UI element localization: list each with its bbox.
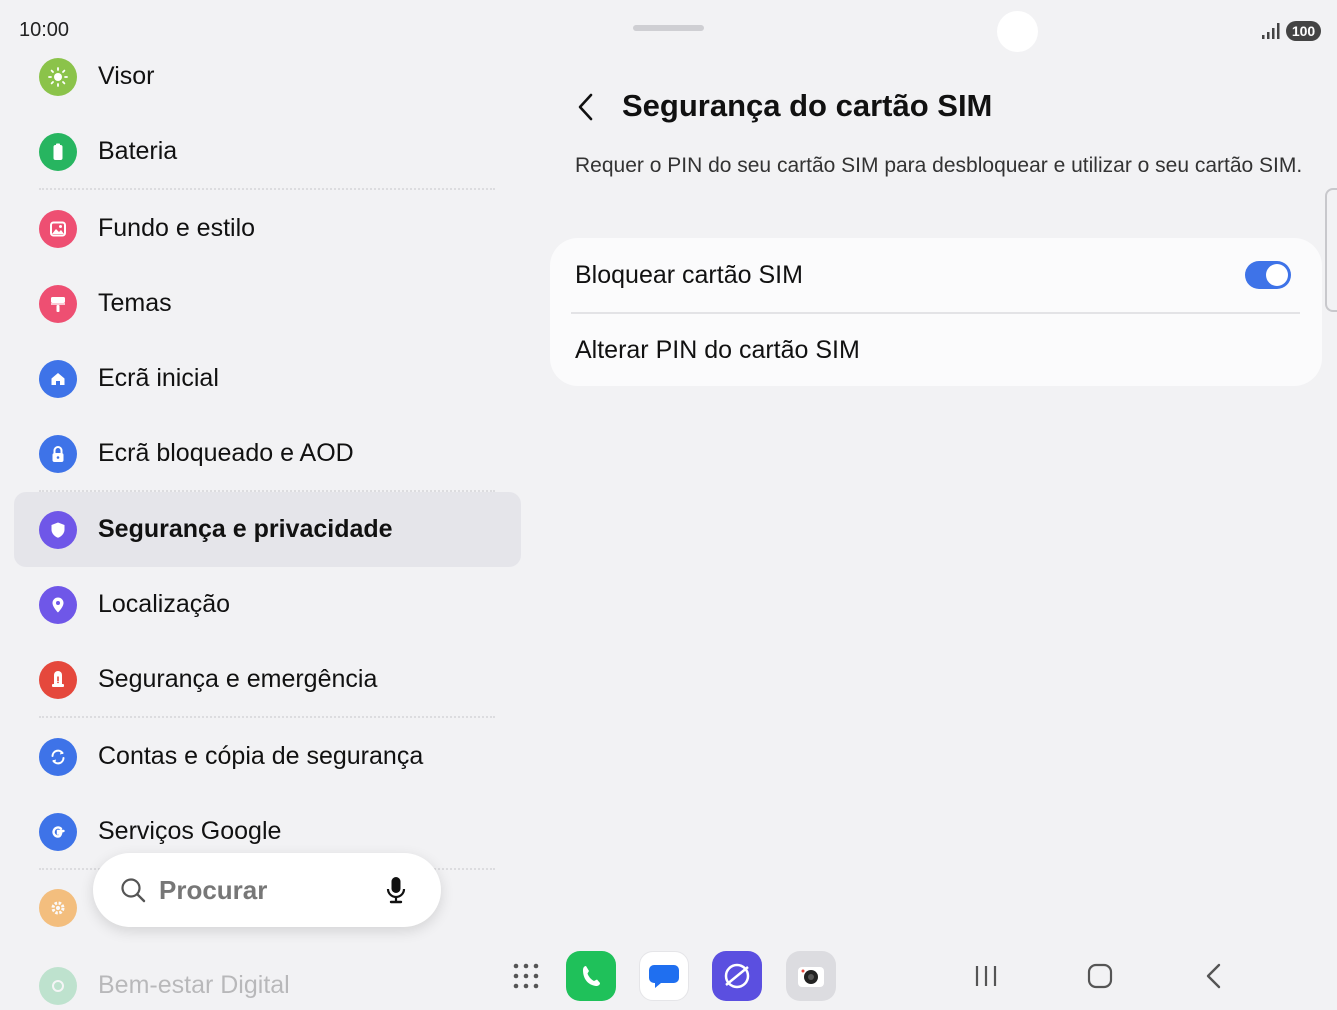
sidebar-item-localizacao[interactable]: Localização [14,567,521,642]
lock-sim-toggle[interactable] [1245,261,1291,289]
home-icon [39,359,77,398]
toggle-knob [1266,264,1288,286]
drag-handle[interactable] [633,25,704,31]
sidebar-item-seguranca-e-emergencia[interactable]: Segurança e emergência [14,642,521,717]
section-divider [39,188,495,190]
sidebar-item-bem-estar-digital[interactable]: Bem-estar Digital [14,948,521,1010]
signal-icon [1262,23,1280,39]
sidebar-item-label: Fundo e estilo [98,214,256,242]
apps-grid-icon[interactable] [512,962,540,990]
sidebar-item-ecra-bloqueado[interactable]: Ecrã bloqueado e AOD [14,416,521,491]
sidebar-item-label: Localização [98,590,231,618]
battery-icon [39,132,77,171]
sidebar-item-label: Bateria [98,137,178,165]
camera-cutout [997,11,1038,52]
sun-icon [39,57,77,96]
sidebar-item-contas[interactable]: Contas e cópia de segurança [14,719,521,794]
camera-app-icon[interactable] [786,951,836,1001]
lock-sim-row[interactable]: Bloquear cartão SIM [550,238,1322,312]
sidebar-item-visor[interactable]: Visor [14,39,521,114]
settings-list: Visor Bateria Fundo e estilo Temas Ecrã … [0,0,530,1010]
battery-indicator: 100 [1286,21,1321,41]
sidebar-item-bateria[interactable]: Bateria [14,114,521,189]
recent-apps-button[interactable] [971,960,1001,992]
sidebar-item-label: Bem-estar Digital [98,971,290,999]
sidebar-item-label: Ecrã inicial [98,364,219,392]
back-button[interactable] [1199,960,1229,992]
search-bar[interactable]: Procurar [93,853,441,927]
sim-options-card: Bloquear cartão SIM Alterar PIN do cartã… [550,238,1322,386]
sidebar-item-fundo-e-estilo[interactable]: Fundo e estilo [14,191,521,266]
microphone-icon[interactable] [383,875,409,905]
sidebar-item-label: Contas e cópia de segurança [98,742,424,770]
lock-sim-label: Bloquear cartão SIM [575,261,803,289]
sidebar-item-label: Segurança e privacidade [98,515,393,543]
alert-icon [39,660,77,699]
gear-icon [39,888,77,927]
internet-app-icon[interactable] [712,951,762,1001]
google-icon [39,812,77,851]
lock-icon [39,434,77,473]
phone-app-icon[interactable] [566,951,616,1001]
back-arrow-icon[interactable] [573,90,599,124]
sidebar-item-seguranca-e-privacidade[interactable]: Segurança e privacidade [14,492,521,567]
image-icon [39,209,77,248]
change-pin-label: Alterar PIN do cartão SIM [575,336,860,364]
paint-roller-icon [39,284,77,323]
sidebar-item-ecra-inicial[interactable]: Ecrã inicial [14,341,521,416]
search-input[interactable]: Procurar [159,875,267,906]
wellbeing-icon [39,966,77,1005]
sidebar-item-temas[interactable]: Temas [14,266,521,341]
sidebar-item-label: Temas [98,289,172,317]
shield-icon [39,510,77,549]
section-divider [39,716,495,718]
messages-app-icon[interactable] [639,951,689,1001]
edge-panel-handle[interactable] [1325,188,1337,312]
location-pin-icon [39,585,77,624]
page-description: Requer o PIN do seu cartão SIM para desb… [575,154,1303,177]
sidebar-item-label: Serviços Google [98,817,282,845]
sync-icon [39,737,77,776]
sidebar-item-label: Visor [98,62,155,90]
search-icon [121,878,146,903]
sidebar-item-label: Ecrã bloqueado e AOD [98,439,354,467]
sidebar-item-label: Segurança e emergência [98,665,378,693]
home-button[interactable] [1085,960,1115,992]
page-title: Segurança do cartão SIM [622,88,993,123]
change-pin-row[interactable]: Alterar PIN do cartão SIM [550,313,1322,387]
